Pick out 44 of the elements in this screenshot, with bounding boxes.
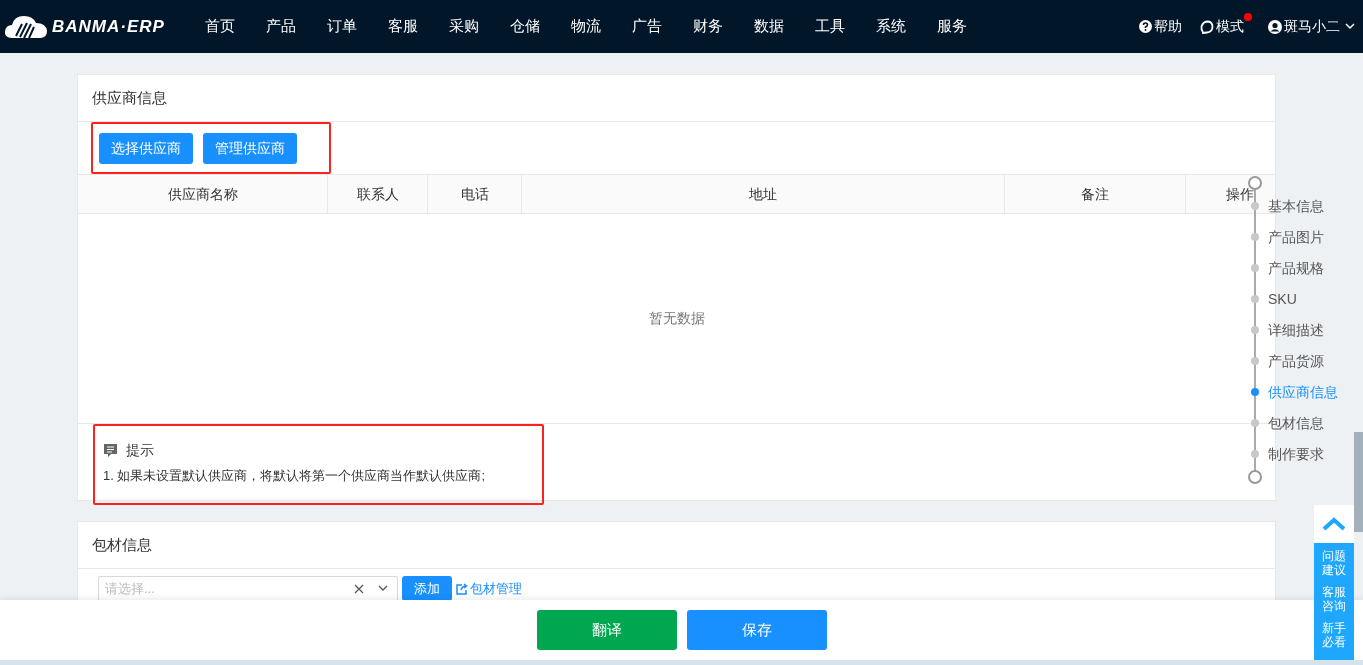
column-header: 地址 <box>749 184 777 204</box>
empty-table-text: 暂无数据 <box>648 309 705 328</box>
anchor-nav-item[interactable]: SKU <box>1248 289 1348 309</box>
comment-icon <box>103 443 118 458</box>
help-icon <box>1139 20 1152 33</box>
column-header: 操作 <box>1226 184 1254 204</box>
nav-menu-item[interactable]: 产品 <box>266 15 296 38</box>
nav-menu-item[interactable]: 广告 <box>632 15 662 38</box>
logo-text: BANMA·ERP <box>52 15 165 38</box>
mode-link[interactable]: 模式 <box>1200 16 1250 37</box>
nav-menu-item[interactable]: 仓储 <box>510 15 540 38</box>
nav-menu-item[interactable]: 数据 <box>754 15 784 38</box>
nav-menu-item[interactable]: 采购 <box>449 15 479 38</box>
anchor-nav-item[interactable]: 详细描述 <box>1248 320 1348 340</box>
chevron-down-icon <box>1345 23 1355 30</box>
anchor-nav-item[interactable]: 产品货源 <box>1248 351 1348 371</box>
column-header: 电话 <box>460 184 489 204</box>
external-link-icon <box>456 582 468 595</box>
back-to-top-button[interactable] <box>1314 505 1354 543</box>
anchor-nav-item[interactable]: 产品图片 <box>1248 227 1348 247</box>
nav-menu-item[interactable]: 财务 <box>693 15 723 38</box>
nav-menu-item[interactable]: 系统 <box>876 15 906 38</box>
nav-menu-item[interactable]: 首页 <box>205 15 235 38</box>
anchor-nav-item[interactable]: 产品规格 <box>1248 258 1348 278</box>
nav-menu-item[interactable]: 客服 <box>388 15 418 38</box>
chevron-up-icon <box>1322 517 1346 531</box>
column-header: 联系人 <box>356 184 399 204</box>
tip-text: 1. 如果未设置默认供应商，将默认将第一个供应商当作默认供应商; <box>103 467 487 485</box>
nav-menu-item[interactable]: 工具 <box>815 15 845 38</box>
chevron-down-icon <box>378 585 388 592</box>
tip-title: 提示 <box>126 441 154 460</box>
nav-menu-item[interactable]: 物流 <box>571 15 601 38</box>
anchor-nav-item[interactable]: 制作要求 <box>1248 444 1348 464</box>
column-header: 供应商名称 <box>167 184 238 204</box>
column-header: 备注 <box>1081 184 1109 204</box>
nav-menu-item[interactable]: 订单 <box>327 15 357 38</box>
nav-menu-item[interactable]: 服务 <box>937 15 967 38</box>
user-menu[interactable]: 斑马小二 <box>1268 16 1355 37</box>
user-icon <box>1268 19 1282 34</box>
section-title: 包材信息 <box>92 534 152 555</box>
help-link[interactable]: 帮助 <box>1139 16 1182 37</box>
close-icon <box>354 584 364 594</box>
anchor-nav-item[interactable]: 包材信息 <box>1248 413 1348 433</box>
section-title: 供应商信息 <box>92 87 167 108</box>
